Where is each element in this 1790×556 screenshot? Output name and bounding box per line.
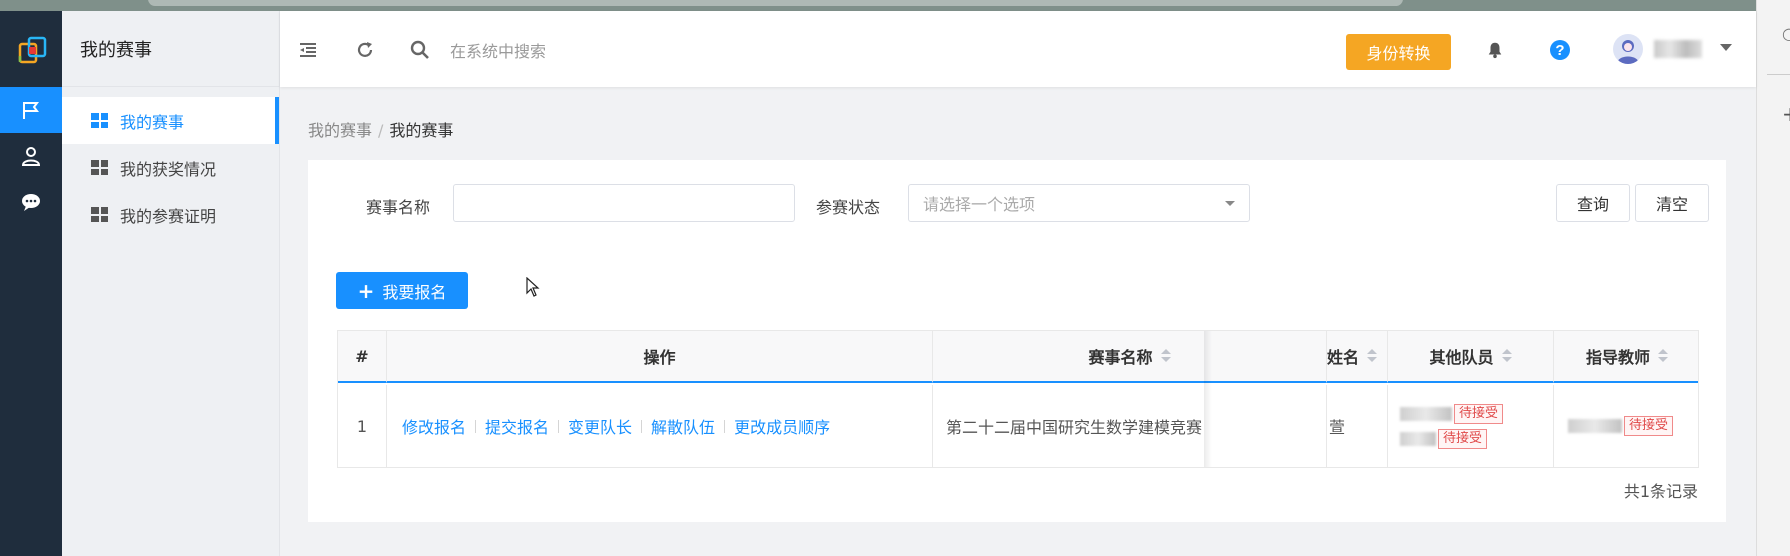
search-icon[interactable]: [409, 39, 431, 61]
avatar-icon[interactable]: [1613, 34, 1643, 64]
sidebar-item-label: 我的获奖情况: [120, 159, 217, 179]
sort-icon[interactable]: [1501, 349, 1512, 363]
signup-button[interactable]: + 我要报名: [336, 272, 468, 309]
content-card: 赛事名称 参赛状态 请选择一个选项 查询 清空 + 我要报名 # 操作 赛事名称: [308, 160, 1726, 522]
ops-divider: [641, 419, 643, 433]
sidebar-item-label: 我的赛事: [120, 112, 185, 132]
sub-sidebar: 我的赛事 我的赛事 我的获奖情况 我的参赛证明: [62, 11, 280, 556]
col-header-captain-label: 姓名: [1327, 348, 1360, 367]
side-search-icon[interactable]: ○: [1782, 24, 1790, 43]
ops-divider: [558, 419, 560, 433]
chat-icon: [22, 194, 40, 211]
submit-signup-link[interactable]: 提交报名: [485, 414, 549, 438]
cell-contest: 第二十二届中国研究生数学建模竞赛: [933, 385, 1327, 467]
col-header-contest[interactable]: 赛事名称: [933, 331, 1327, 383]
help-icon[interactable]: ?: [1549, 39, 1571, 61]
contest-name-label: 赛事名称: [366, 198, 431, 217]
sidebar-item-my-certificates[interactable]: 我的参赛证明: [62, 191, 279, 238]
plus-icon: +: [357, 278, 375, 303]
col-header-index: #: [338, 331, 387, 383]
query-button[interactable]: 查询: [1556, 184, 1630, 222]
breadcrumb-current: 我的赛事: [389, 121, 454, 140]
change-captain-link[interactable]: 变更队长: [568, 414, 632, 438]
mouse-cursor-icon: [526, 277, 540, 297]
chevron-down-icon[interactable]: [1720, 44, 1732, 51]
sidebar-menu: 我的赛事 我的获奖情况 我的参赛证明: [62, 97, 279, 238]
cell-teacher: 待接受: [1554, 385, 1698, 467]
rail-item-contests[interactable]: [0, 87, 62, 133]
browser-top-strip: [0, 0, 1790, 11]
svg-text:?: ?: [1555, 42, 1564, 59]
browser-side-panel: ○ +: [1756, 0, 1790, 556]
cell-captain: 萱: [1327, 385, 1388, 467]
sort-icon[interactable]: [1658, 349, 1668, 363]
reorder-members-link[interactable]: 更改成员顺序: [734, 414, 830, 438]
pending-tag: 待接受: [1624, 416, 1674, 436]
logo-icon: [17, 35, 49, 67]
col-header-captain[interactable]: 姓名: [1327, 331, 1388, 383]
collapse-icon[interactable]: [297, 39, 319, 61]
sort-icon[interactable]: [1160, 349, 1171, 363]
grid-icon: [91, 113, 108, 128]
pending-tag: 待接受: [1438, 428, 1488, 449]
col-header-members-label: 其他队员: [1429, 348, 1494, 367]
horizontal-scrollbar[interactable]: [338, 467, 1699, 468]
col-header-teacher-label: 指导教师: [1585, 348, 1650, 367]
sort-icon[interactable]: [1367, 349, 1378, 363]
ops-divider: [724, 419, 726, 433]
search-input[interactable]: [450, 39, 850, 63]
cell-ops: 修改报名 提交报名 变更队长 解散队伍 更改成员顺序: [387, 385, 933, 467]
rail-item-profile[interactable]: [0, 133, 62, 179]
signup-label: 我要报名: [382, 282, 447, 302]
user-name-blurred[interactable]: [1654, 40, 1702, 58]
fixed-column-shadow: [1204, 331, 1212, 467]
side-divider: [1767, 74, 1790, 75]
member-entry: 待接受: [1400, 404, 1504, 424]
app-window: 我的赛事 我的赛事 我的获奖情况 我的参赛证明 在系统中搜索 身份转换 ? 我的…: [0, 11, 1756, 556]
col-header-teacher[interactable]: 指导教师: [1554, 331, 1698, 383]
switch-identity-button[interactable]: 身份转换: [1346, 34, 1451, 70]
side-add-icon[interactable]: +: [1782, 102, 1790, 126]
contest-name-input[interactable]: [453, 184, 795, 222]
status-placeholder: 请选择一个选项: [923, 195, 1036, 214]
member-name-blurred: [1400, 431, 1436, 446]
status-label: 参赛状态: [816, 198, 881, 217]
disband-team-link[interactable]: 解散队伍: [651, 414, 715, 438]
ops-divider: [475, 419, 477, 433]
breadcrumb-parent[interactable]: 我的赛事: [308, 121, 372, 140]
cell-members: 待接受 待接受: [1388, 385, 1554, 467]
top-header: 身份转换 ?: [280, 11, 1756, 87]
teacher-name-blurred: [1568, 419, 1622, 433]
breadcrumb-separator: /: [378, 121, 384, 140]
sidebar-title: 我的赛事: [62, 11, 279, 87]
grid-icon: [91, 160, 108, 175]
member-entry: 待接受: [1400, 428, 1488, 449]
edit-signup-link[interactable]: 修改报名: [402, 414, 466, 438]
col-header-ops: 操作: [387, 331, 933, 383]
cell-index: 1: [338, 385, 387, 467]
rail-item-messages[interactable]: [0, 179, 62, 225]
flag-icon: [23, 102, 39, 119]
total-records: 共1条记录: [1623, 482, 1698, 501]
pending-tag: 待接受: [1454, 404, 1504, 424]
main-area: 身份转换 ? 我的赛事 / 我的赛事 赛事名称 参赛状态 请选择一个选项: [280, 11, 1756, 556]
member-name-blurred: [1400, 407, 1452, 421]
refresh-icon[interactable]: [354, 39, 376, 61]
chevron-down-icon: [1225, 201, 1235, 206]
sidebar-item-my-awards[interactable]: 我的获奖情况: [62, 144, 279, 191]
sidebar-item-my-contests[interactable]: 我的赛事: [62, 97, 279, 144]
bell-icon[interactable]: [1484, 39, 1506, 61]
col-header-members[interactable]: 其他队员: [1388, 331, 1554, 383]
status-select[interactable]: 请选择一个选项: [908, 184, 1250, 222]
clear-button[interactable]: 清空: [1635, 184, 1709, 222]
breadcrumb: 我的赛事 / 我的赛事: [308, 117, 453, 141]
grid-icon: [91, 207, 108, 222]
browser-address-bar[interactable]: [148, 0, 1403, 6]
icon-rail: [0, 11, 62, 556]
sidebar-item-label: 我的参赛证明: [120, 206, 217, 226]
user-icon: [21, 147, 41, 166]
col-header-contest-label: 赛事名称: [1088, 348, 1153, 367]
contest-table: # 操作 赛事名称 姓名 其他队员 指导教师 1 修改报名 提交报名 变更队长 …: [337, 330, 1699, 468]
